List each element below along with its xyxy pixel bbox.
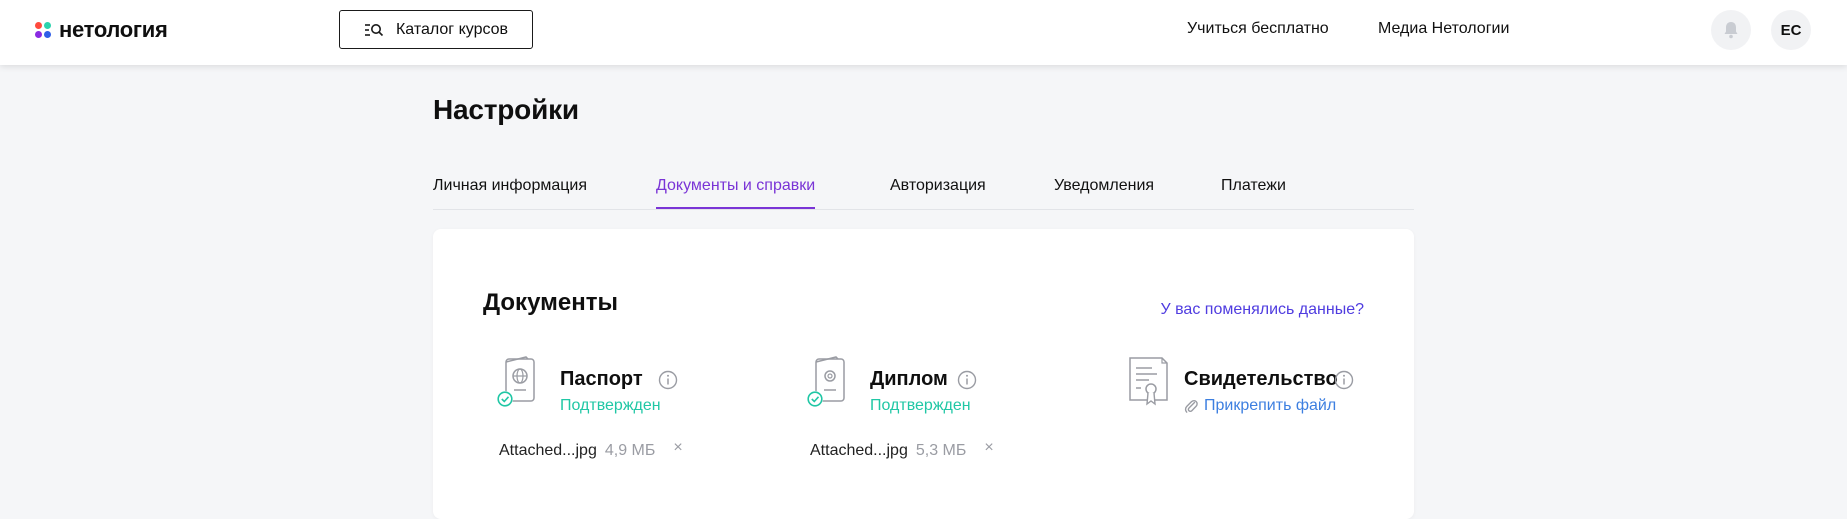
nav-learn-free-link[interactable]: Учиться бесплатно	[1187, 20, 1329, 38]
user-avatar[interactable]: ЕС	[1771, 10, 1811, 50]
documents-title: Документы	[483, 289, 618, 316]
close-icon[interactable]: ×	[673, 439, 682, 457]
diploma-name: Диплом	[870, 368, 948, 390]
tab-authorization[interactable]: Авторизация	[890, 177, 986, 207]
page-title: Настройки	[433, 94, 579, 125]
certificate-icon	[1129, 357, 1168, 406]
passport-status: Подтвержден	[560, 397, 661, 414]
passport-file-size: 4,9 МБ	[604, 442, 656, 459]
tab-documents[interactable]: Документы и справки	[656, 177, 816, 209]
passport-name: Паспорт	[560, 368, 643, 390]
documents-card: Документы У вас поменялись данные? Паспо…	[433, 229, 1414, 519]
certificate-name: Свидетельство	[1184, 368, 1338, 390]
passport-file-row: Attached...jpg 4,9 МБ ×	[499, 439, 683, 460]
diploma-file-size: 5,3 МБ	[915, 442, 967, 459]
nav-media-link[interactable]: Медиа Нетологии	[1378, 20, 1509, 38]
data-changed-link[interactable]: У вас поменялись данные?	[1161, 301, 1365, 319]
tab-personal-info[interactable]: Личная информация	[433, 177, 587, 207]
attach-file-link[interactable]: Прикрепить файл	[1184, 397, 1336, 415]
paperclip-icon	[1184, 399, 1198, 413]
logo-text: нетология	[59, 17, 168, 42]
diploma-file-row: Attached...jpg 5,3 МБ ×	[810, 439, 994, 460]
tab-payments[interactable]: Платежи	[1221, 177, 1286, 207]
top-header: нетология Каталог курсов Учиться бесплат…	[0, 0, 1847, 65]
notifications-button[interactable]	[1711, 10, 1751, 50]
passport-file-name[interactable]: Attached...jpg	[499, 442, 597, 460]
catalog-search-icon	[364, 23, 384, 36]
netology-logo[interactable]: нетология	[35, 16, 168, 44]
diploma-file-name[interactable]: Attached...jpg	[810, 442, 908, 460]
catalog-button[interactable]: Каталог курсов	[339, 10, 533, 49]
close-icon[interactable]: ×	[984, 439, 993, 457]
settings-tabs: Личная информация Документы и справки Ав…	[433, 170, 1414, 210]
catalog-button-label: Каталог курсов	[395, 20, 509, 38]
info-icon[interactable]	[957, 370, 977, 390]
tab-notifications[interactable]: Уведомления	[1054, 177, 1154, 207]
logo-dots-icon	[35, 22, 51, 38]
bell-icon	[1724, 22, 1738, 39]
diploma-icon	[807, 356, 845, 407]
info-icon[interactable]	[1334, 370, 1354, 390]
passport-icon	[497, 356, 535, 407]
diploma-status: Подтвержден	[870, 397, 971, 414]
attach-file-label: Прикрепить файл	[1204, 397, 1337, 414]
info-icon[interactable]	[658, 370, 678, 390]
